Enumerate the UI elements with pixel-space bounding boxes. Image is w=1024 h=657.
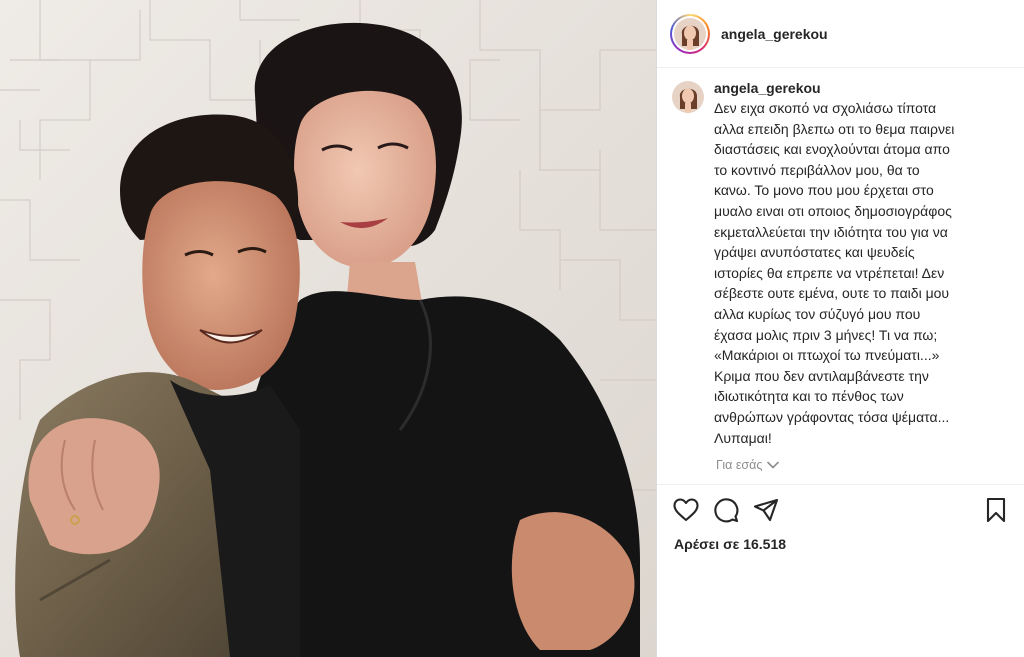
caption-line: σέβεστε ουτε εμένα, ουτε το παιδι μου	[714, 285, 950, 302]
share-icon	[753, 498, 779, 527]
caption-line: έχασα μολις πριν 3 μήνες! Τι να πω;	[714, 326, 938, 343]
caption-line: αλλα κυρίως τον σύζυγό μου που	[714, 305, 921, 322]
caption-line: «Μακάριοι οι πτωχοί τω πνεύματι...»	[714, 347, 940, 364]
caption-line: αλλα επειδη βλεπω οτι το θεμα παιρνει	[714, 120, 955, 137]
caption-line: Λυπαμαι!	[714, 429, 772, 446]
post-photo[interactable]	[0, 0, 656, 657]
save-button[interactable]	[983, 497, 1009, 528]
caption-line: ιστορίες θα επρεπε να ντρέπεται! Δεν	[714, 264, 945, 281]
caption-line: μυαλο ειναι οτι οποιος δημοσιογράφος	[714, 202, 952, 219]
photo-image	[0, 0, 656, 657]
heart-icon	[673, 497, 699, 527]
caption-username[interactable]: angela_gerekou	[714, 78, 994, 98]
translate-label[interactable]: Για εσάς	[716, 458, 762, 472]
chevron-down-icon	[762, 458, 780, 472]
comment-button[interactable]	[713, 497, 739, 528]
caption-line: Κριμα που δεν αντιλαμβάνεστε την	[714, 367, 929, 384]
like-button[interactable]	[673, 497, 699, 527]
caption-line: ανθρώπων γράφοντας τόσα ψέματα...	[714, 408, 950, 425]
caption-line: εκμεταλλεύεται την ιδιότητα του για να	[714, 223, 948, 240]
comment-icon	[713, 497, 739, 528]
translate-toggle[interactable]: Για εσάς	[716, 458, 780, 472]
author-username[interactable]: angela_gerekou	[721, 26, 828, 42]
actions-divider	[657, 484, 1024, 485]
caption-line: το κοντινό περιβάλλον μου, θα το	[714, 161, 920, 178]
caption-line: διαστάσεις και ενοχλούνται άτομα απο	[714, 141, 950, 158]
caption-line: γράψει ανυπόστατες και ψευδείς	[714, 244, 915, 261]
caption-line: Δεν ειχα σκοπό να σχολιάσω τίποτα	[714, 100, 937, 116]
post-actions	[673, 497, 1009, 528]
avatar	[674, 17, 706, 50]
author-avatar-story-ring[interactable]	[670, 13, 710, 54]
likes-count[interactable]: Αρέσει σε 16.518	[674, 536, 786, 552]
bookmark-icon	[985, 497, 1007, 528]
post-header: angela_gerekou	[657, 0, 1024, 68]
post-caption: angela_gerekou Δεν ειχα σκοπό να σχολιάσ…	[672, 78, 1012, 448]
share-button[interactable]	[753, 498, 779, 527]
post-details-panel: angela_gerekou angela_gerekou Δεν ειχα σ…	[657, 0, 1024, 657]
caption-line: ιδιωτικότητα και το πένθος των	[714, 388, 904, 405]
avatar[interactable]	[672, 81, 704, 113]
caption-line: κανω. Το μονο που μου έρχεται στο	[714, 182, 934, 199]
